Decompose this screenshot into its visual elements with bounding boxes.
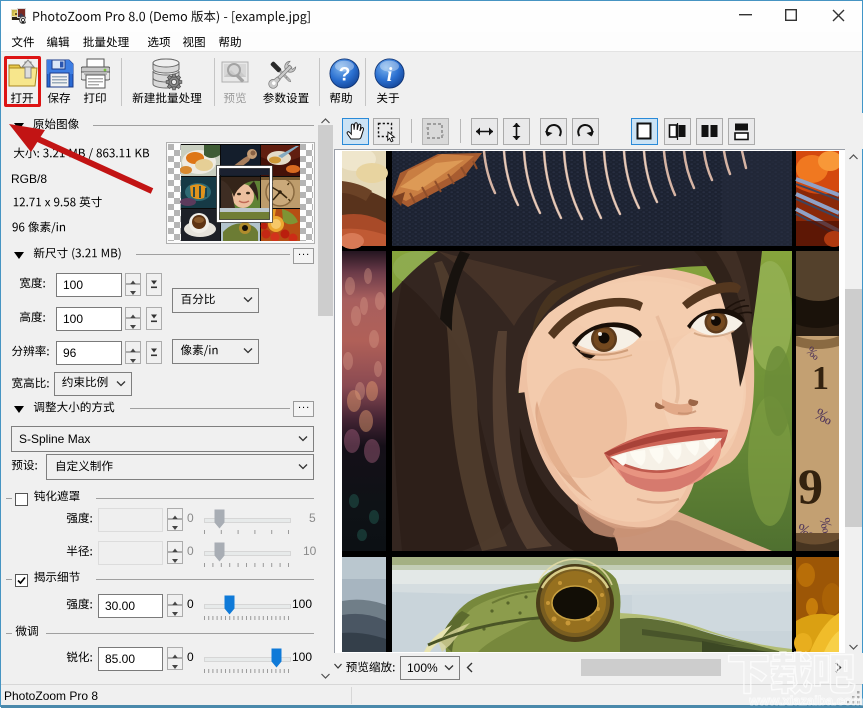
svg-text:9: 9 — [798, 458, 823, 514]
svg-text:www.xiazaiba.com: www.xiazaiba.com — [749, 695, 863, 708]
svg-text:?: ? — [339, 65, 351, 86]
svg-text:i: i — [387, 64, 393, 86]
svg-text:1: 1 — [812, 360, 829, 397]
